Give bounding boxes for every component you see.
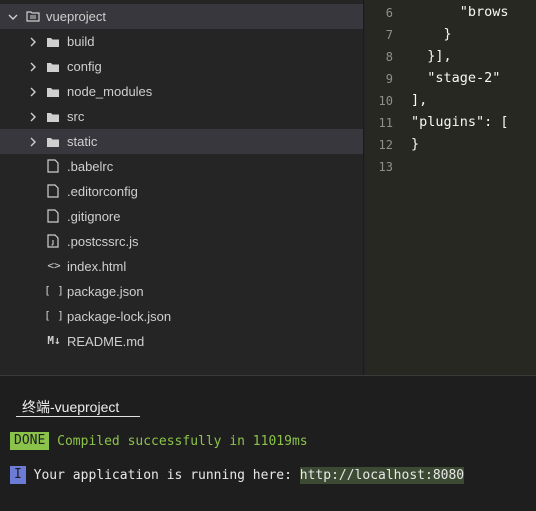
file-gitignore[interactable]: .gitignore (0, 204, 363, 229)
file-label: package-lock.json (67, 309, 172, 324)
code-line: "stage-2" (411, 70, 501, 86)
terminal-tab-label: 终端-vueproject (22, 399, 120, 415)
folder-node-modules[interactable]: node_modules (0, 79, 363, 104)
info-badge: I (10, 466, 26, 484)
file-label: .editorconfig (67, 184, 138, 199)
chevron-right-icon[interactable] (27, 61, 39, 73)
folder-build[interactable]: build (0, 29, 363, 54)
terminal-done-line: DONE Compiled successfully in 11019ms (10, 431, 308, 451)
chevron-right-icon[interactable] (27, 136, 39, 148)
done-message-spacer (49, 434, 57, 449)
folder-label: static (67, 134, 98, 149)
line-number-gutter: 6 7 8 9 10 11 12 13 (365, 0, 401, 375)
file-index-html[interactable]: <> index.html (0, 254, 363, 279)
code-editor[interactable]: 6 7 8 9 10 11 12 13 "brows } }], "stage-… (365, 0, 536, 375)
js-file-icon (47, 234, 59, 248)
chevron-right-icon[interactable] (27, 111, 39, 123)
line-number: 10 (378, 94, 393, 108)
line-number: 12 (378, 138, 393, 152)
done-badge: DONE (10, 432, 50, 450)
file-package-lock-json[interactable]: [ ] package-lock.json (0, 304, 363, 329)
line-number: 13 (378, 160, 393, 174)
file-postcssrc[interactable]: .postcssrc.js (0, 229, 363, 254)
folder-config[interactable]: config (0, 54, 363, 79)
chevron-down-icon[interactable] (7, 11, 19, 23)
terminal-panel[interactable]: 终端-vueproject DONE Compiled successfully… (0, 375, 536, 511)
file-explorer: vueproject build config node_modules src… (0, 0, 364, 375)
code-line: "brows (411, 4, 509, 20)
file-label: index.html (67, 259, 127, 274)
folder-src[interactable]: src (0, 104, 363, 129)
markdown-file-icon: M↓ (47, 334, 61, 347)
folder-label: config (67, 59, 102, 74)
file-package-json[interactable]: [ ] package.json (0, 279, 363, 304)
code-line: ], (411, 92, 428, 108)
code-line: "plugins": [ (411, 114, 509, 130)
folder-static[interactable]: static (0, 129, 363, 154)
localhost-url-link[interactable]: http://localhost:8080 (299, 466, 465, 484)
file-label: .babelrc (67, 159, 114, 174)
line-number: 7 (385, 28, 393, 42)
folder-icon (47, 88, 59, 97)
file-icon (47, 209, 59, 223)
folder-label: build (67, 34, 95, 49)
chevron-right-icon[interactable] (27, 36, 39, 48)
folder-label: node_modules (67, 84, 153, 99)
code-line: }], (411, 48, 452, 64)
folder-icon (47, 63, 59, 72)
line-number: 9 (385, 72, 393, 86)
code-line: } (411, 26, 452, 42)
terminal-info-line: I Your application is running here: http… (10, 465, 465, 485)
file-editorconfig[interactable]: .editorconfig (0, 179, 363, 204)
info-message: Your application is running here: (33, 467, 300, 483)
file-readme-md[interactable]: M↓ README.md (0, 329, 363, 354)
file-label: README.md (67, 334, 145, 349)
folder-label: src (67, 109, 85, 124)
html-file-icon: <> (47, 259, 61, 272)
code-line: } (411, 136, 420, 152)
info-message-spacer (26, 468, 34, 483)
line-number: 11 (378, 116, 393, 130)
file-label: package.json (67, 284, 144, 299)
folder-icon (47, 113, 59, 122)
json-file-icon: [ ] (44, 309, 64, 322)
file-label: .gitignore (67, 209, 121, 224)
json-file-icon: [ ] (44, 284, 64, 297)
explorer-root-label: vueproject (46, 9, 106, 24)
line-number: 6 (385, 6, 393, 20)
root-folder-icon (26, 11, 40, 22)
folder-icon (47, 138, 59, 147)
chevron-right-icon[interactable] (27, 86, 39, 98)
done-message: Compiled successfully in 11019ms (57, 433, 308, 449)
file-babelrc[interactable]: .babelrc (0, 154, 363, 179)
file-label: .postcssrc.js (67, 234, 139, 249)
explorer-root-vueproject[interactable]: vueproject (0, 4, 363, 29)
terminal-tab[interactable]: 终端-vueproject (16, 395, 140, 417)
file-icon (47, 184, 59, 198)
folder-icon (47, 38, 59, 47)
file-icon (47, 159, 59, 173)
line-number: 8 (385, 50, 393, 64)
